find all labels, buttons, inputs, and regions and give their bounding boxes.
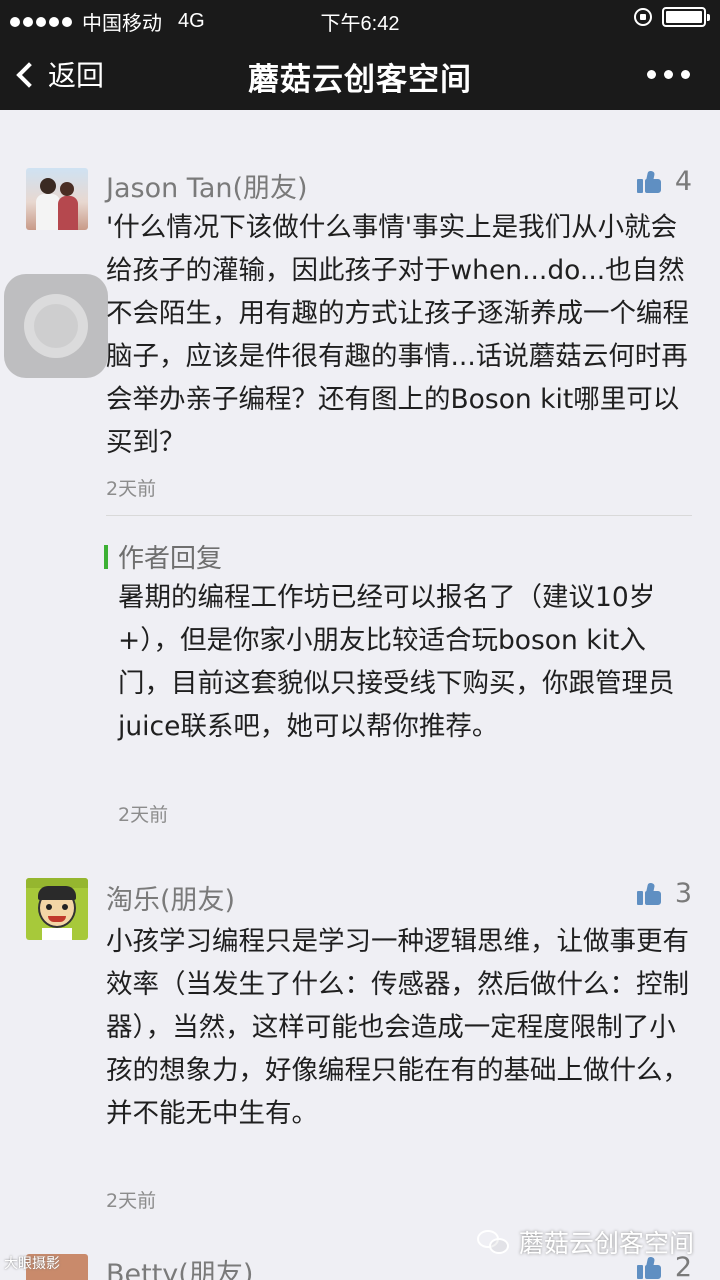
more-dot-icon	[664, 70, 673, 79]
comment-nickname[interactable]: Jason Tan(朋友)	[106, 166, 308, 205]
more-options-button[interactable]	[647, 70, 690, 79]
author-reply-text: 暑期的编程工作坊已经可以报名了（建议10岁+），但是你家小朋友比较适合玩boso…	[118, 582, 675, 742]
thumbs-up-icon	[636, 881, 661, 905]
thumbs-up-icon	[636, 169, 661, 193]
comments-list[interactable]: Jason Tan(朋友) 4 '什么情况下该做什么事情'事实上是我们从小就会给…	[0, 110, 720, 1280]
like-count: 4	[674, 166, 692, 197]
avatar[interactable]	[26, 168, 88, 230]
comment-nickname[interactable]: 淘乐(朋友)	[106, 878, 235, 917]
author-reply-title: 作者回复	[118, 544, 223, 574]
avatar[interactable]	[26, 878, 88, 940]
like-button[interactable]: 3	[636, 878, 692, 909]
nav-bar: 返回 蘑菇云创客空间	[0, 38, 720, 110]
comment-text: '什么情况下该做什么事情'事实上是我们从小就会给孩子的灌输，因此孩子对于when…	[106, 212, 689, 458]
author-reply-time: 2天前	[118, 804, 169, 826]
like-button[interactable]: 4	[636, 166, 692, 197]
rotation-lock-icon	[634, 8, 652, 26]
comment-nickname[interactable]: Betty(朋友)	[106, 1252, 253, 1280]
watermark-left: 大眼摄影	[4, 1255, 60, 1271]
watermark-right-text: 蘑菇云创客空间	[518, 1229, 694, 1258]
reply-accent-bar	[104, 544, 108, 569]
status-time: 下午6:42	[320, 13, 400, 35]
page-title: 蘑菇云创客空间	[248, 62, 472, 98]
status-bar: 中国移动 4G 下午6:42	[0, 0, 720, 38]
status-right	[634, 7, 710, 27]
comment-time: 2天前	[106, 1190, 157, 1212]
battery-icon	[662, 7, 710, 27]
watermark-right: 蘑菇云创客空间	[476, 1224, 694, 1260]
author-reply-label: 作者回复	[104, 538, 222, 575]
more-dot-icon	[647, 70, 656, 79]
divider	[106, 515, 692, 516]
wechat-icon	[476, 1228, 511, 1256]
like-count: 3	[674, 878, 692, 909]
assistive-touch-button[interactable]	[4, 274, 108, 378]
more-dot-icon	[681, 70, 690, 79]
comment-time: 2天前	[106, 478, 157, 500]
comment-text: 小孩学习编程只是学习一种逻辑思维，让做事更有效率（当发生了什么：传感器，然后做什…	[106, 926, 689, 1129]
